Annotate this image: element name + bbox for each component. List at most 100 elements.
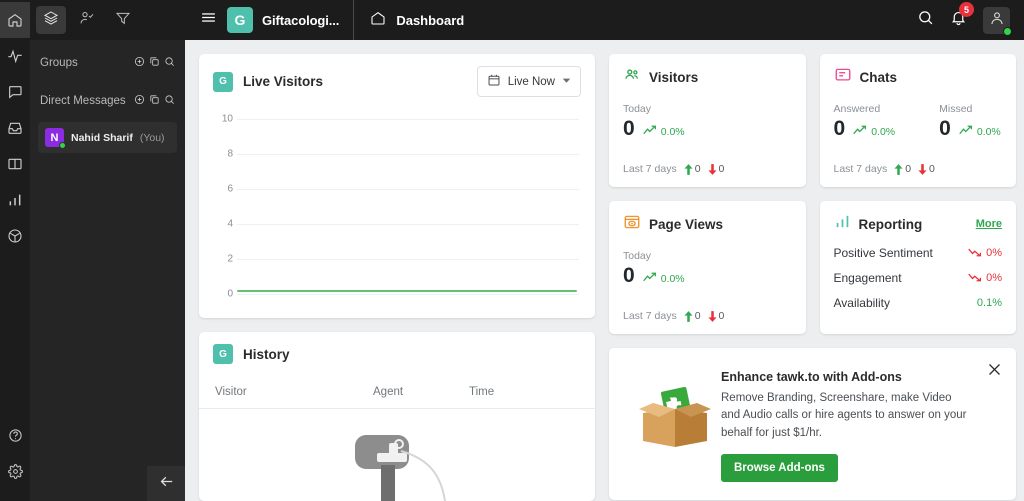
addons-box-icon (637, 387, 713, 458)
rail-item-addons[interactable] (0, 218, 30, 254)
plus-circle-icon[interactable] (134, 54, 145, 72)
settings-gear-icon (7, 463, 23, 479)
page-views-footer: Last 7 days 0 0 (623, 310, 792, 322)
chats-answered: Answered 0 0.0% (834, 103, 896, 139)
sidebar-tool-layers[interactable] (36, 6, 66, 34)
brand-name: Giftacologi... (262, 12, 340, 28)
reporting-value-wrap: 0% (968, 247, 1002, 260)
chart-gridline (237, 119, 579, 120)
sidebar-section-groups: Groups (30, 48, 185, 78)
visitors-today: Today 0 0.0% (623, 103, 685, 139)
rail-item-chats[interactable] (0, 74, 30, 110)
trend-up-icon (642, 272, 658, 285)
breadcrumb[interactable]: Dashboard (370, 10, 464, 31)
rail-item-reporting[interactable] (0, 182, 30, 218)
chats-answered-row: 0 0.0% (834, 118, 896, 139)
chats-answered-label: Answered (833, 103, 881, 115)
user-avatar-button[interactable] (983, 6, 1012, 36)
chevron-down-icon (562, 76, 571, 88)
visitors-value: 0 (623, 117, 635, 140)
chart-gridline (237, 224, 579, 225)
trend-up-icon (853, 125, 868, 138)
icon-rail (0, 0, 30, 501)
time-range-dropdown[interactable]: Live Now (476, 66, 581, 97)
chats-up-value: 0 (905, 163, 912, 175)
browse-addons-button[interactable]: Browse Add-ons (721, 453, 838, 482)
help-icon (8, 428, 23, 443)
chart-gridline (237, 189, 579, 190)
column-header-visitor: Visitor (215, 386, 247, 399)
rail-item-knowledge-base[interactable] (0, 146, 30, 182)
rail-item-help[interactable] (0, 417, 30, 453)
page-views-value: 0 (623, 264, 635, 287)
duplicate-icon[interactable] (149, 54, 160, 72)
sidebar: Groups Direct Messages N Nahid Sharif (Y… (30, 0, 185, 501)
chats-missed: Missed 0 0.0% (939, 103, 1001, 139)
chats-missed-label: Missed (939, 103, 973, 115)
search-icon[interactable] (917, 9, 934, 31)
reporting-label: Engagement (833, 271, 902, 285)
notifications-button[interactable]: 5 (950, 2, 974, 31)
home-icon (370, 10, 386, 31)
reporting-value-wrap: 0.1% (977, 297, 1002, 309)
rail-item-settings[interactable] (0, 453, 30, 489)
chats-metrics: Answered 0 0.0% Missed 0 0.0% (834, 103, 1003, 139)
chats-answered-delta-value: 0.0% (871, 125, 896, 138)
search-icon[interactable] (164, 92, 175, 110)
addons-icon (7, 228, 23, 244)
dm-name: Nahid Sharif (71, 131, 133, 144)
chat-icon (7, 84, 23, 100)
property-logo: G (213, 344, 233, 365)
reporting-card: Reporting More Positive Sentiment 0% Eng… (819, 201, 1016, 334)
page-views-delta-value: 0.0% (660, 272, 685, 285)
menu-button[interactable] (195, 9, 221, 31)
reporting-title: Reporting (858, 216, 923, 232)
history-title: History (243, 346, 290, 362)
chart-gridline (237, 154, 579, 155)
chats-footer: Last 7 days 0 0 (834, 163, 1003, 175)
main-area: G Giftacologi... Dashboard 5 G Live Visi… (185, 0, 1024, 501)
list-item[interactable]: N Nahid Sharif (You) (38, 122, 177, 153)
history-header: G History (199, 332, 595, 365)
sidebar-section-label: Direct Messages (40, 95, 126, 107)
page-views-card: Page Views Today 0 0.0% Last 7 days 0 0 (609, 201, 806, 334)
trend-up-icon (642, 125, 658, 138)
dashboard-content: G Live Visitors Live Now 10 8 6 4 2 0 G … (185, 40, 1024, 501)
chats-missed-delta-value: 0.0% (976, 125, 1001, 138)
chats-missed-row: 0 0.0% (939, 118, 1001, 139)
duplicate-icon[interactable] (149, 92, 160, 110)
visitors-delta: 0.0% (642, 125, 685, 139)
visitors-metrics: Today 0 0.0% (623, 103, 792, 139)
chats-up: 0 (894, 163, 911, 175)
close-icon[interactable] (987, 362, 1002, 382)
history-card: G History Visitor Agent Time (199, 332, 595, 501)
trend-down-icon (968, 247, 983, 260)
reporting-icon (7, 192, 23, 208)
chats-foot-label: Last 7 days (833, 163, 888, 175)
rail-item-monitoring[interactable] (0, 38, 30, 74)
collapse-sidebar-button[interactable] (147, 466, 185, 501)
rail-item-inbox[interactable] (0, 110, 30, 146)
reporting-more-link[interactable]: More (976, 218, 1002, 230)
page-title: Dashboard (396, 12, 465, 28)
live-visitors-title: Live Visitors (243, 74, 324, 89)
mailbox-empty-icon (337, 431, 457, 501)
property-logo: G (213, 71, 233, 92)
reporting-header: Reporting More (834, 213, 1002, 235)
visitors-footer: Last 7 days 0 0 (623, 163, 792, 175)
chats-answered-delta: 0.0% (853, 125, 895, 139)
sidebar-tool-agents[interactable] (72, 6, 102, 34)
chat-bubble-icon (834, 66, 852, 89)
time-range-label: Live Now (507, 75, 555, 88)
sidebar-tool-filter[interactable] (108, 6, 138, 34)
sidebar-section-direct-messages: Direct Messages (30, 86, 185, 116)
plus-circle-icon[interactable] (134, 92, 145, 110)
chats-missed-delta: 0.0% (959, 125, 1001, 139)
search-icon[interactable] (164, 54, 175, 72)
page-views-value-row: 0 0.0% (623, 265, 685, 286)
rail-item-home[interactable] (0, 2, 30, 38)
visitors-up-value: 0 (694, 163, 701, 175)
brand-selector[interactable]: G Giftacologi... (227, 0, 355, 40)
chats-answered-value: 0 (833, 117, 846, 140)
reporting-label: Availability (833, 296, 890, 310)
